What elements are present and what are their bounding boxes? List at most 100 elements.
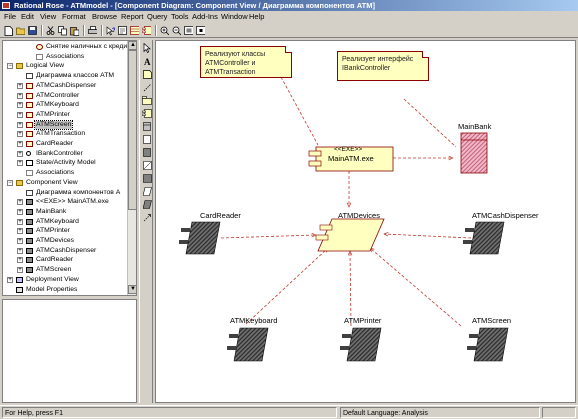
component-atmkeyboard[interactable] bbox=[227, 327, 269, 362]
component-atmdevices[interactable] bbox=[315, 218, 385, 252]
context-help-icon[interactable]: ? bbox=[105, 25, 116, 36]
menu-format[interactable]: Format bbox=[62, 11, 86, 23]
anchor-icon[interactable] bbox=[142, 82, 152, 92]
zoom-in-icon[interactable] bbox=[159, 25, 170, 36]
tree-item[interactable]: + ATMKeyboard bbox=[3, 218, 126, 226]
component-cardreader[interactable] bbox=[179, 221, 221, 255]
tree-item[interactable]: − Component View bbox=[3, 179, 126, 187]
text-icon[interactable]: A bbox=[142, 56, 152, 66]
scroll-down-arrow-icon[interactable]: ▼ bbox=[128, 285, 136, 294]
expand-icon[interactable]: + bbox=[17, 257, 23, 264]
expand-icon[interactable]: + bbox=[17, 160, 23, 167]
expand-icon[interactable]: + bbox=[17, 141, 23, 147]
menu-window[interactable]: Window bbox=[221, 11, 248, 23]
expand-icon[interactable]: + bbox=[17, 199, 23, 206]
menu-help[interactable]: Help bbox=[249, 11, 264, 23]
expand-icon[interactable]: + bbox=[17, 111, 23, 118]
subprogram-spec-icon[interactable] bbox=[142, 134, 152, 144]
tree-item[interactable]: + ATMDevices bbox=[3, 237, 126, 245]
tree-item[interactable]: + <<EXE>> MainATM.exe bbox=[3, 198, 126, 206]
collapse-icon[interactable]: − bbox=[7, 179, 13, 186]
tree-item[interactable]: Associations bbox=[3, 169, 126, 177]
menu-tools[interactable]: Tools bbox=[171, 11, 189, 23]
component-atmscreen[interactable] bbox=[467, 327, 509, 362]
class-diagram-icon[interactable] bbox=[129, 25, 140, 36]
menu-add-ins[interactable]: Add-Ins bbox=[192, 11, 218, 23]
package-icon[interactable] bbox=[142, 95, 152, 105]
tree-item[interactable]: + ATMKeyboard bbox=[3, 101, 126, 109]
tree-item[interactable]: + ATMCashDispenser bbox=[3, 82, 126, 90]
expand-icon[interactable]: + bbox=[17, 82, 23, 89]
fit-icon[interactable] bbox=[183, 25, 194, 36]
tree-item[interactable]: Associations bbox=[3, 53, 126, 61]
package-body-icon[interactable] bbox=[142, 173, 152, 183]
tree-item[interactable]: + State/Activity Model bbox=[3, 159, 126, 167]
dependency-icon[interactable] bbox=[142, 212, 152, 222]
save-icon[interactable] bbox=[27, 25, 38, 36]
tree-item[interactable]: + ATMPrinter bbox=[3, 227, 126, 235]
component-atmprinter[interactable] bbox=[340, 327, 382, 362]
new-icon[interactable] bbox=[3, 25, 14, 36]
menu-browse[interactable]: Browse bbox=[92, 11, 117, 23]
expand-icon[interactable]: + bbox=[17, 102, 23, 109]
tree-item[interactable]: + Deployment View bbox=[3, 276, 126, 284]
cut-icon[interactable] bbox=[45, 25, 56, 36]
tree-item[interactable]: + CardReader bbox=[3, 140, 126, 148]
copy-icon[interactable] bbox=[57, 25, 68, 36]
open-icon[interactable] bbox=[15, 25, 26, 36]
expand-icon[interactable]: + bbox=[17, 150, 23, 157]
expand-icon[interactable]: + bbox=[7, 276, 13, 283]
expand-icon[interactable]: + bbox=[17, 247, 23, 254]
tree-item[interactable]: + MainBank bbox=[3, 208, 126, 216]
menu-query[interactable]: Query bbox=[147, 11, 167, 23]
undo-fit-icon[interactable] bbox=[195, 25, 206, 36]
component-icon[interactable] bbox=[142, 108, 152, 118]
menu-edit[interactable]: Edit bbox=[21, 11, 34, 23]
menu-file[interactable]: File bbox=[4, 11, 16, 23]
print-icon[interactable] bbox=[87, 25, 98, 36]
note-bank-interface[interactable]: Реализует интерфейс IBankController bbox=[337, 51, 429, 81]
expand-icon[interactable]: + bbox=[17, 92, 23, 99]
expand-icon[interactable]: + bbox=[17, 267, 23, 274]
expand-icon[interactable]: + bbox=[17, 228, 23, 235]
collapse-icon[interactable]: − bbox=[7, 63, 13, 70]
task-spec-icon[interactable] bbox=[142, 186, 152, 196]
main-program-icon[interactable] bbox=[142, 121, 152, 131]
tree-item[interactable]: + CardReader bbox=[3, 256, 126, 264]
component-mainbank[interactable] bbox=[460, 132, 488, 174]
tree-item[interactable]: + ATMCashDispenser bbox=[3, 247, 126, 255]
zoom-out-icon[interactable] bbox=[171, 25, 182, 36]
expand-icon[interactable]: + bbox=[17, 131, 23, 138]
tree-item[interactable]: Model Properties bbox=[3, 286, 126, 294]
note-atm-classes[interactable]: Реализуют классы ATMController и ATMTran… bbox=[200, 46, 292, 78]
expand-icon[interactable]: + bbox=[17, 218, 23, 225]
menu-report[interactable]: Report bbox=[121, 11, 144, 23]
package-spec-icon[interactable] bbox=[142, 160, 152, 170]
expand-icon[interactable]: + bbox=[17, 121, 23, 128]
subprogram-body-icon[interactable] bbox=[142, 147, 152, 157]
paste-icon[interactable] bbox=[69, 25, 80, 36]
task-body-icon[interactable] bbox=[142, 199, 152, 209]
scroll-up-arrow-icon[interactable]: ▲ bbox=[128, 41, 136, 50]
diagram-canvas[interactable]: Реализуют классы ATMController и ATMTran… bbox=[155, 40, 576, 403]
component-diagram-icon[interactable] bbox=[141, 25, 152, 36]
tree-item[interactable]: + ATMScreen bbox=[3, 119, 126, 130]
browser-vertical-scrollbar[interactable]: ▲ ▼ bbox=[127, 41, 136, 295]
note-icon[interactable] bbox=[142, 69, 152, 79]
tree-item[interactable]: − Logical View bbox=[3, 62, 126, 70]
tree-item[interactable]: + ATMController bbox=[3, 92, 126, 100]
tree-item[interactable]: + IBankController bbox=[3, 150, 126, 158]
tree-item[interactable]: + ATMTransaction bbox=[3, 130, 126, 138]
menu-view[interactable]: View bbox=[40, 11, 56, 23]
model-browser-tree[interactable]: Снятие наличных с кредит Associations − Log… bbox=[2, 40, 137, 296]
scrollbar-thumb[interactable] bbox=[128, 50, 136, 210]
tree-item[interactable]: Снятие наличных с кредит bbox=[3, 43, 130, 51]
expand-icon[interactable]: + bbox=[17, 208, 23, 215]
expand-icon[interactable]: + bbox=[17, 238, 23, 244]
tree-item[interactable]: + ATMPrinter bbox=[3, 111, 126, 119]
documentation-pane[interactable] bbox=[2, 299, 137, 403]
tree-item[interactable]: Диаграмма классов ATM bbox=[3, 72, 126, 80]
tree-item[interactable]: Диаграмма компонентов A bbox=[3, 189, 126, 197]
selector-icon[interactable] bbox=[142, 43, 152, 53]
browse-icon[interactable] bbox=[117, 25, 128, 36]
